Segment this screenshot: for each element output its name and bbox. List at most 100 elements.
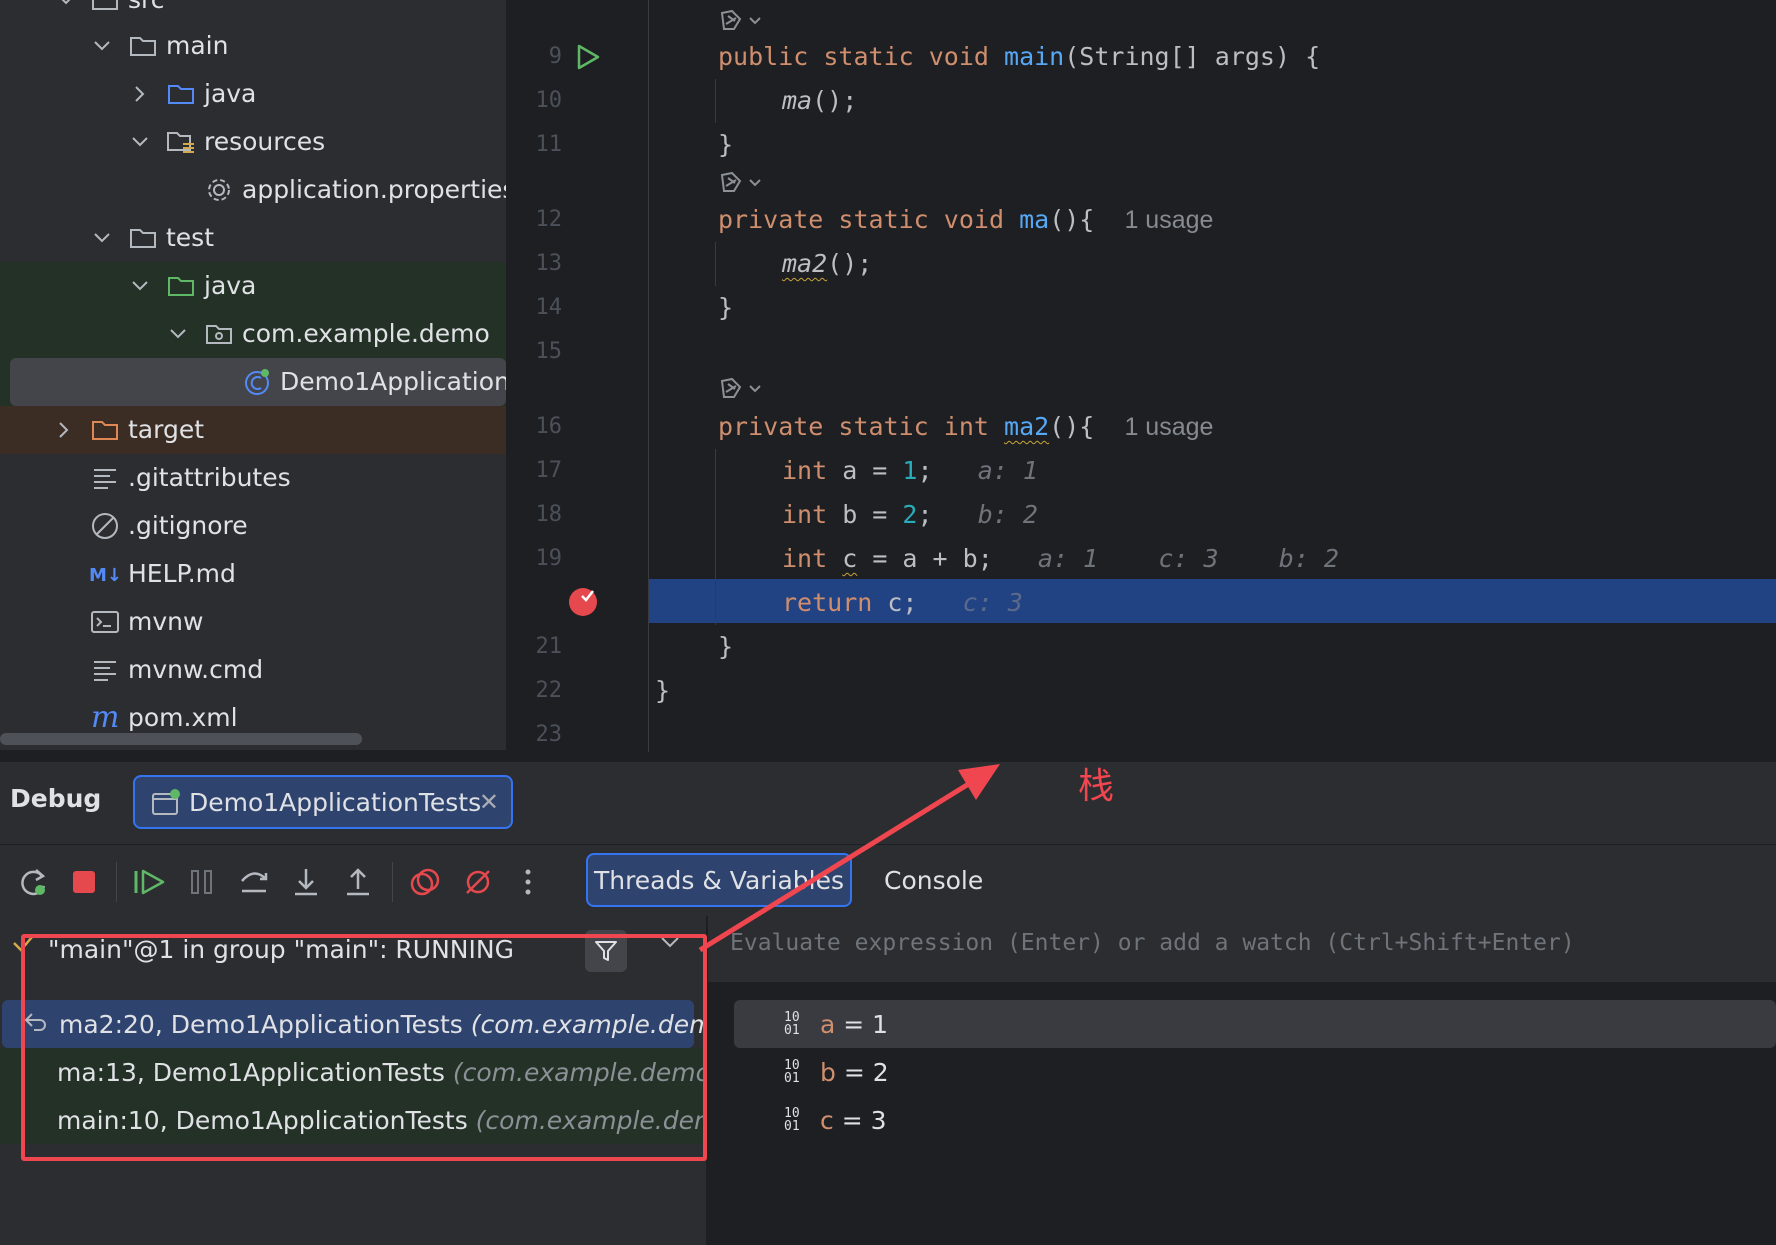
variable-row[interactable]: 10 01 c = 3 <box>734 1096 1776 1144</box>
variable-row[interactable]: 10 01 a = 1 <box>734 1000 1776 1048</box>
code-line-18: int b = 2; b: 2 <box>782 493 1038 537</box>
line-number: 13 <box>535 251 563 276</box>
rerun-debug-button[interactable] <box>14 862 54 902</box>
close-icon[interactable]: ✕ <box>479 788 499 816</box>
chevron-right-icon[interactable] <box>54 406 74 454</box>
token-text: a = <box>827 456 903 485</box>
tree-item-mvnw-cmd[interactable]: mvnw.cmd <box>0 646 506 694</box>
folder-icon <box>128 22 158 70</box>
stop-button[interactable] <box>64 862 104 902</box>
inline-value-hint: a: 1 <box>977 456 1038 485</box>
code-editor[interactable]: 9 10 11 12 13 14 15 16 17 18 19 21 22 23… <box>518 0 1776 752</box>
svg-text:M↓: M↓ <box>89 565 122 585</box>
token-keyword: int <box>782 456 828 485</box>
tree-item-package[interactable]: com.example.demo <box>0 310 506 358</box>
inline-value-hint: b: 2 <box>977 500 1038 529</box>
tree-item-resources[interactable]: resources <box>0 118 506 166</box>
test-class-icon <box>242 358 272 406</box>
step-into-button[interactable] <box>286 862 326 902</box>
watch-expression-input[interactable]: Evaluate expression (Enter) or add a wat… <box>708 916 1776 982</box>
ignore-file-icon <box>90 502 120 550</box>
ai-assistant-icon[interactable] <box>718 168 770 198</box>
tree-label: Demo1ApplicationT <box>280 367 506 396</box>
gear-icon <box>204 166 234 214</box>
token-keyword: private <box>718 412 824 441</box>
variable-value: = 1 <box>835 1009 889 1039</box>
folder-icon <box>128 214 158 262</box>
resume-button[interactable] <box>130 862 170 902</box>
panel-divider[interactable] <box>506 0 518 752</box>
line-number: 9 <box>548 44 562 69</box>
pause-button[interactable] <box>182 862 222 902</box>
token-text: ; <box>917 500 933 529</box>
inline-value-hint: b: 2 <box>1278 544 1339 573</box>
tab-threads-variables[interactable]: Threads & Variables <box>586 853 852 907</box>
variable-name: a <box>820 1009 836 1039</box>
token-keyword: static <box>823 42 914 71</box>
tree-item-target[interactable]: target <box>0 406 506 454</box>
tree-item-test-class[interactable]: Demo1ApplicationT <box>10 358 506 406</box>
more-options-icon[interactable] <box>508 862 548 902</box>
indent-guide <box>715 79 716 123</box>
tree-label: main <box>166 31 229 60</box>
step-over-button[interactable] <box>234 862 274 902</box>
package-icon <box>204 310 234 358</box>
token-text: ; <box>917 456 933 485</box>
view-breakpoints-button[interactable] <box>406 862 446 902</box>
run-gutter-icon[interactable] <box>576 44 600 74</box>
debug-title: Debug <box>10 784 102 813</box>
code-line-16: private static int ma2(){ 1 usage <box>718 405 1213 449</box>
token-keyword: return <box>782 588 873 617</box>
indent-guide <box>715 449 716 625</box>
chevron-right-icon[interactable] <box>130 70 150 118</box>
mute-breakpoints-button[interactable] <box>458 862 498 902</box>
tab-console[interactable]: Console <box>884 853 983 907</box>
token-text: (); <box>827 249 873 278</box>
step-out-button[interactable] <box>338 862 378 902</box>
indent-guide <box>715 242 716 286</box>
tree-item-test-java[interactable]: java <box>0 262 506 310</box>
line-number: 15 <box>535 339 563 364</box>
tree-item-application-properties[interactable]: application.properties <box>0 166 506 214</box>
code-line-10: ma(); <box>782 79 857 123</box>
token-text: (){ <box>1049 412 1095 441</box>
variable-value: = 2 <box>835 1057 889 1087</box>
token-text: (){ <box>1049 205 1095 234</box>
ai-assistant-icon[interactable] <box>718 6 770 36</box>
token-keyword: void <box>943 205 1005 234</box>
chevron-down-icon[interactable] <box>56 0 76 24</box>
line-number: 17 <box>535 458 563 483</box>
chevron-down-icon[interactable] <box>130 118 150 166</box>
tree-label: test <box>166 223 215 252</box>
tree-item-help-md[interactable]: M↓ HELP.md <box>0 550 506 598</box>
usage-hint[interactable]: 1 usage <box>1124 413 1213 441</box>
token-variable: c <box>842 544 858 573</box>
panel-divider[interactable] <box>0 752 1776 762</box>
token-text: (); <box>812 86 858 115</box>
project-tree: src main java resources application.prop… <box>0 0 506 750</box>
code-line-19: int c = a + b; a: 1 c: 3 b: 2 <box>782 537 1339 581</box>
variable-row[interactable]: 10 01 b = 2 <box>734 1048 1776 1096</box>
tree-item-mvnw[interactable]: mvnw <box>0 598 506 646</box>
toolbar-separator <box>392 862 393 902</box>
line-number: 11 <box>535 132 563 157</box>
tree-item-src[interactable]: src <box>0 0 506 24</box>
inline-value-hint: c: 3 <box>1158 544 1219 573</box>
usage-hint[interactable]: 1 usage <box>1124 206 1213 234</box>
tree-item-main[interactable]: main <box>0 22 506 70</box>
chevron-down-icon[interactable] <box>168 310 188 358</box>
chevron-down-icon[interactable] <box>92 214 112 262</box>
chevron-down-icon[interactable] <box>92 22 112 70</box>
svg-text:m: m <box>91 703 119 733</box>
tree-item-main-java[interactable]: java <box>0 70 506 118</box>
ai-assistant-icon[interactable] <box>718 374 770 404</box>
tree-item-test[interactable]: test <box>0 214 506 262</box>
tree-item-gitattributes[interactable]: .gitattributes <box>0 454 506 502</box>
tree-item-gitignore[interactable]: .gitignore <box>0 502 506 550</box>
debug-session-tab[interactable]: Demo1ApplicationTests ✕ <box>133 775 513 829</box>
code-line-14: } <box>718 293 734 322</box>
line-number: 22 <box>535 678 563 703</box>
chevron-down-icon[interactable] <box>130 262 150 310</box>
tree-horizontal-scrollbar[interactable] <box>0 733 362 745</box>
breakpoint-icon[interactable] <box>568 586 600 622</box>
